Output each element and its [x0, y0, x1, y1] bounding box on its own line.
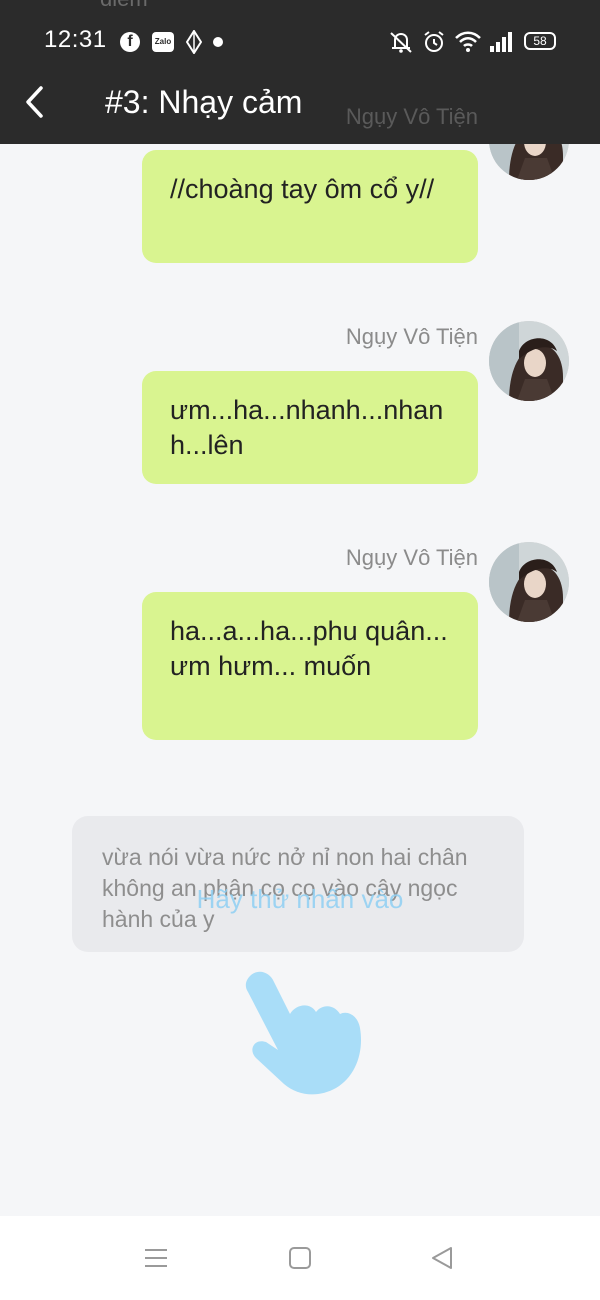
- top-app-bar: diễm 12:31 f Zalo 58 #3: Nhạy cảm Ngụy V…: [0, 0, 600, 144]
- message-bubble[interactable]: //choàng tay ôm cổ y//: [142, 150, 478, 263]
- sender-name: Ngụy Vô Tiện: [345, 324, 478, 349]
- message-text: ưm...ha...nhanh...nhanh...lên: [170, 395, 444, 460]
- tap-hint-text: Hãy thử nhấn vào: [196, 884, 404, 914]
- back-triangle-icon[interactable]: [422, 1242, 462, 1274]
- status-bar: 12:31 f Zalo 58: [0, 22, 600, 62]
- battery-icon: 58: [524, 32, 556, 50]
- sender-name: Ngụy Vô Tiện: [345, 104, 478, 129]
- mute-icon: [388, 30, 414, 54]
- message-bubble[interactable]: ha...a...ha...phu quân... ưm hưm... muốn: [142, 592, 478, 740]
- avatar[interactable]: [489, 321, 569, 401]
- back-button[interactable]: [14, 80, 54, 124]
- sender-name: Ngụy Vô Tiện: [345, 545, 478, 570]
- alarm-icon: [422, 30, 446, 54]
- avatar[interactable]: [489, 542, 569, 622]
- facebook-icon: f: [120, 32, 140, 52]
- wifi-icon: [454, 30, 482, 54]
- pointing-hand-icon[interactable]: [238, 970, 370, 1100]
- navigation-icon: [185, 30, 203, 54]
- system-navigation-bar: [0, 1216, 600, 1300]
- message-text: ha...a...ha...phu quân... ưm hưm... muốn: [170, 616, 448, 681]
- page-title: #3: Nhạy cảm: [105, 84, 303, 120]
- message-bubble[interactable]: ưm...ha...nhanh...nhanh...lên: [142, 371, 478, 484]
- menu-icon[interactable]: [136, 1242, 176, 1274]
- chevron-left-icon: [26, 86, 43, 118]
- status-time: 12:31: [44, 26, 107, 53]
- previous-message-peek: diễm: [100, 0, 520, 20]
- zalo-icon: Zalo: [152, 32, 174, 52]
- dot-icon: [213, 37, 223, 47]
- signal-icon: [488, 30, 514, 54]
- home-icon[interactable]: [280, 1242, 320, 1274]
- message-text: //choàng tay ôm cổ y//: [170, 174, 435, 204]
